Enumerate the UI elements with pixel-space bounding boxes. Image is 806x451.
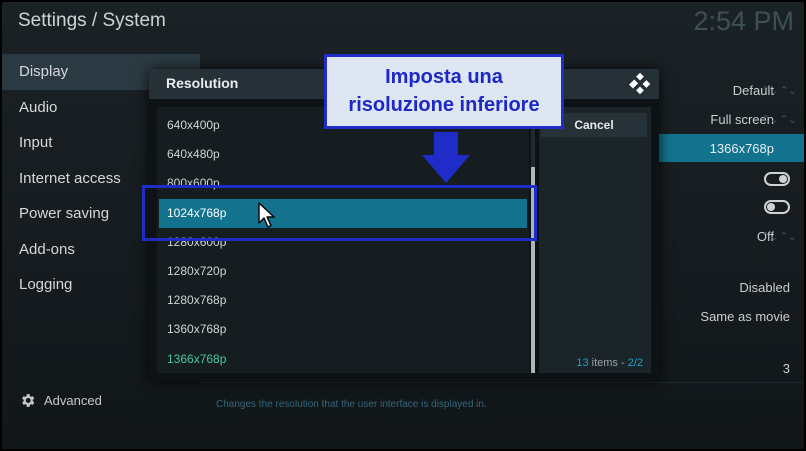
setting-value-3: 1366x768p xyxy=(709,141,774,156)
dialog-side-panel: Cancel 13 items - 2/2 xyxy=(539,107,651,373)
kodi-logo-icon xyxy=(629,73,651,95)
advanced-label: Advanced xyxy=(44,393,102,408)
chevron-updown-icon[interactable]: ⌃⌄ ⌃⌄ xyxy=(761,113,797,126)
list-item[interactable]: 1360x768p xyxy=(159,315,527,344)
gear-icon xyxy=(22,394,35,407)
chevron-updown-icon[interactable]: ⌃⌄ ⌃⌄ xyxy=(761,84,797,97)
mouse-cursor-icon xyxy=(258,202,275,228)
item-count: 13 items - 2/2 xyxy=(576,357,643,369)
annotation-line-2: risoluzione inferiore xyxy=(348,94,540,116)
page-title: Settings / System xyxy=(18,10,166,31)
list-item[interactable]: 1280x768p xyxy=(159,286,527,315)
toggle-off[interactable] xyxy=(764,200,790,214)
annotation-line-1: Imposta una xyxy=(385,66,503,88)
clock: 2:54 PM xyxy=(693,6,794,36)
chevron-updown-icon[interactable]: ⌃⌄ ⌃⌄ xyxy=(761,230,797,243)
toggle-on[interactable] xyxy=(764,172,790,186)
setting-value-7: 3 xyxy=(782,361,790,376)
annotation-highlight-box xyxy=(142,185,537,241)
divider xyxy=(200,382,804,383)
annotation-arrow xyxy=(434,132,458,156)
dialog-title: Resolution xyxy=(166,75,239,91)
list-item[interactable]: 1280x720p xyxy=(159,257,527,286)
kodi-screen: Settings / System 2:54 PM Display Audio … xyxy=(2,2,804,449)
annotation-callout: Imposta una risoluzione inferiore xyxy=(324,54,564,129)
list-item-current[interactable]: 1366x768p xyxy=(159,345,527,374)
setting-value-6: Same as movie xyxy=(700,309,790,324)
help-text: Changes the resolution that the user int… xyxy=(216,399,487,410)
arrow-down-icon xyxy=(422,155,470,183)
advanced-toggle[interactable]: Advanced xyxy=(19,392,102,409)
setting-value-5: Disabled xyxy=(739,280,790,295)
list-item[interactable]: 640x480p xyxy=(159,140,527,169)
